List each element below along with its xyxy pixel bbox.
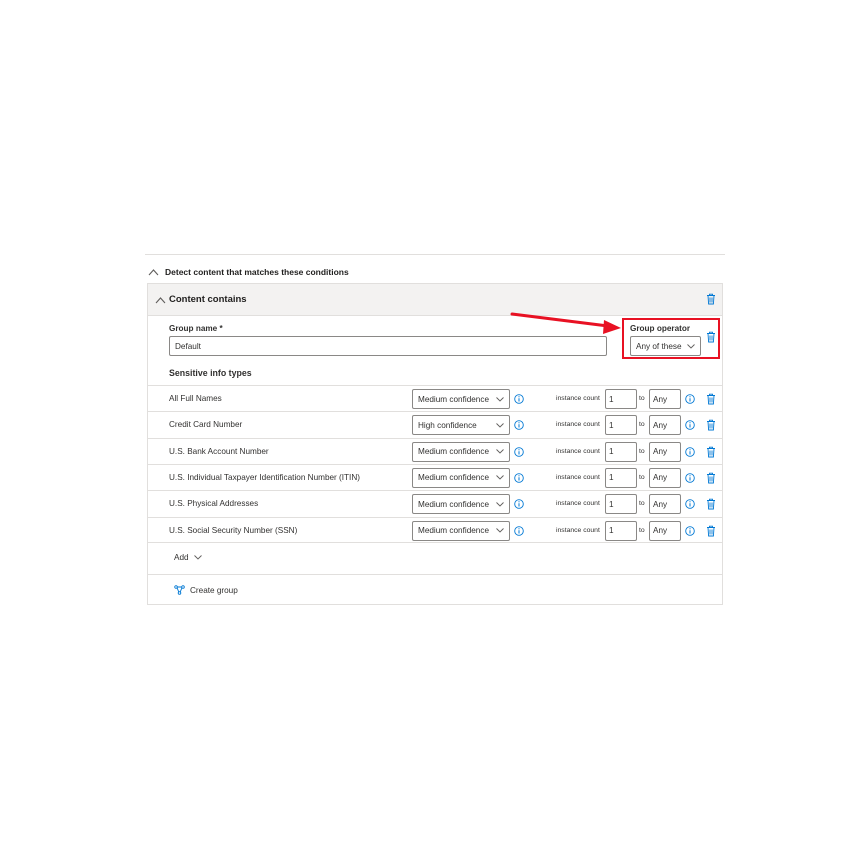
divider (145, 254, 725, 255)
instance-min-input[interactable] (605, 467, 637, 488)
trash-icon[interactable] (706, 472, 716, 484)
instance-count-label: instance count (556, 473, 600, 481)
section-title: Detect content that matches these condit… (165, 267, 349, 277)
instance-count-label: instance count (556, 447, 600, 455)
confidence-value: Medium confidence (418, 499, 489, 509)
confidence-dropdown[interactable]: Medium confidence (412, 441, 510, 462)
add-button[interactable]: Add (174, 553, 202, 562)
instance-max-input[interactable] (649, 441, 681, 462)
instance-max-input[interactable] (649, 415, 681, 436)
instance-min-input[interactable] (605, 415, 637, 436)
info-type-name: Credit Card Number (169, 420, 243, 430)
sensitive-info-row: Credit Card Number High confidence instanc… (148, 411, 722, 437)
info-icon[interactable] (685, 473, 695, 483)
to-label: to (639, 500, 645, 508)
chevron-down-icon (193, 555, 202, 560)
add-label: Add (174, 553, 189, 562)
confidence-value: Medium confidence (418, 473, 489, 483)
instance-max-input[interactable] (649, 389, 681, 409)
info-icon[interactable] (514, 499, 524, 509)
group-header: Content contains (148, 284, 722, 316)
confidence-value: Medium confidence (418, 447, 489, 457)
sensitive-info-row: All Full Names Medium confidence instance … (148, 385, 722, 411)
group-icon (174, 585, 185, 595)
sensitive-info-heading: Sensitive info types (169, 368, 252, 378)
instance-count-label: instance count (556, 500, 600, 508)
sensitive-info-row: U.S. Social Security Number (SSN) Medium … (148, 516, 722, 543)
create-group-label: Create group (190, 585, 238, 595)
chevron-down-icon (496, 422, 504, 428)
confidence-dropdown[interactable]: Medium confidence (412, 389, 510, 409)
sensitive-info-row: U.S. Physical Addresses Medium confidence… (148, 490, 722, 516)
info-icon[interactable] (685, 446, 695, 457)
info-icon[interactable] (514, 420, 524, 431)
to-label: to (639, 395, 645, 402)
info-icon[interactable] (514, 394, 524, 404)
instance-max-input[interactable] (649, 467, 681, 488)
info-icon[interactable] (685, 499, 695, 509)
to-label: to (639, 447, 645, 455)
instance-min-input[interactable] (605, 389, 637, 409)
annotation-highlight-box (622, 318, 720, 359)
instance-max-input[interactable] (649, 494, 681, 515)
confidence-dropdown[interactable]: Medium confidence (412, 467, 510, 488)
trash-icon[interactable] (706, 293, 716, 305)
trash-icon[interactable] (706, 393, 716, 405)
chevron-down-icon (496, 475, 504, 481)
confidence-value: High confidence (418, 420, 477, 430)
group-name-input[interactable] (169, 336, 607, 356)
confidence-dropdown[interactable]: Medium confidence (412, 520, 510, 541)
group-name-label: Group name * (169, 324, 223, 333)
info-type-name: U.S. Individual Taxpayer Identification … (169, 472, 360, 482)
add-row: Add (148, 542, 722, 574)
instance-count-label: instance count (556, 526, 600, 534)
confidence-dropdown[interactable]: Medium confidence (412, 494, 510, 515)
confidence-value: Medium confidence (418, 526, 489, 535)
chevron-up-icon[interactable] (148, 268, 159, 276)
chevron-down-icon (496, 501, 504, 507)
info-type-name: U.S. Bank Account Number (169, 446, 269, 456)
info-type-name: All Full Names (169, 394, 222, 403)
trash-icon[interactable] (706, 446, 716, 458)
instance-min-input[interactable] (605, 494, 637, 515)
create-group-row: Create group (148, 574, 722, 604)
chevron-down-icon (496, 449, 504, 454)
trash-icon[interactable] (706, 419, 716, 431)
to-label: to (639, 421, 645, 429)
confidence-value: Medium confidence (418, 394, 489, 404)
info-type-name: U.S. Social Security Number (SSN) (169, 525, 298, 535)
chevron-down-icon (496, 396, 504, 402)
info-icon[interactable] (514, 473, 524, 483)
sensitive-info-row: U.S. Individual Taxpayer Identification … (148, 463, 722, 490)
trash-icon[interactable] (706, 525, 716, 537)
to-label: to (639, 526, 645, 534)
sensitive-info-row: U.S. Bank Account Number Medium confidenc… (148, 437, 722, 464)
to-label: to (639, 473, 645, 481)
instance-count-label: instance count (556, 421, 600, 429)
confidence-dropdown[interactable]: High confidence (412, 415, 510, 436)
info-icon[interactable] (685, 394, 695, 404)
instance-max-input[interactable] (649, 520, 681, 541)
info-icon[interactable] (685, 420, 695, 431)
group-title: Content contains (169, 294, 247, 305)
instance-min-input[interactable] (605, 520, 637, 541)
chevron-up-icon[interactable] (155, 296, 166, 304)
instance-min-input[interactable] (605, 441, 637, 462)
info-icon[interactable] (685, 525, 695, 536)
info-icon[interactable] (514, 525, 524, 536)
section-header-detect-content[interactable]: Detect content that matches these condit… (148, 265, 349, 279)
create-group-button[interactable]: Create group (174, 585, 238, 595)
chevron-down-icon (496, 528, 504, 533)
info-type-name: U.S. Physical Addresses (169, 499, 259, 509)
trash-icon[interactable] (706, 498, 716, 510)
instance-count-label: instance count (556, 395, 600, 402)
conditions-editor: Detect content that matches these condit… (145, 254, 725, 606)
info-icon[interactable] (514, 446, 524, 457)
